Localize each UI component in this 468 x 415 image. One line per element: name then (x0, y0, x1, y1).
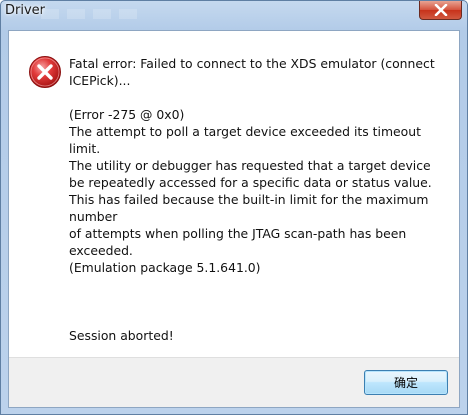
dialog-content: Fatal error: Failed to connect to the XD… (8, 30, 460, 408)
close-button[interactable] (419, 1, 462, 20)
message-line: This has failed because the built-in lim… (69, 192, 429, 224)
title-bar[interactable]: Driver (1, 1, 467, 23)
message-headline: Fatal error: Failed to connect to the XD… (69, 56, 435, 88)
message-line: The utility or debugger has requested th… (69, 158, 432, 190)
window-title: Driver (5, 3, 46, 18)
message-line: of attempts when polling the JTAG scan-p… (69, 226, 407, 258)
button-bar: 确定 (9, 357, 459, 407)
dialog-window: Driver Fatal error: Failed to connect to… (0, 0, 468, 415)
error-icon (29, 56, 61, 88)
message-error-code: (Error -275 @ 0x0) (69, 107, 185, 122)
ok-button[interactable]: 确定 (364, 370, 448, 395)
message-package-version: (Emulation package 5.1.641.0) (69, 260, 261, 275)
message-line: The attempt to poll a target device exce… (69, 124, 421, 156)
error-message: Fatal error: Failed to connect to the XD… (69, 55, 449, 344)
title-bar-blurred-background (41, 9, 141, 19)
close-icon (434, 4, 447, 16)
message-session-status: Session aborted! (69, 328, 174, 343)
